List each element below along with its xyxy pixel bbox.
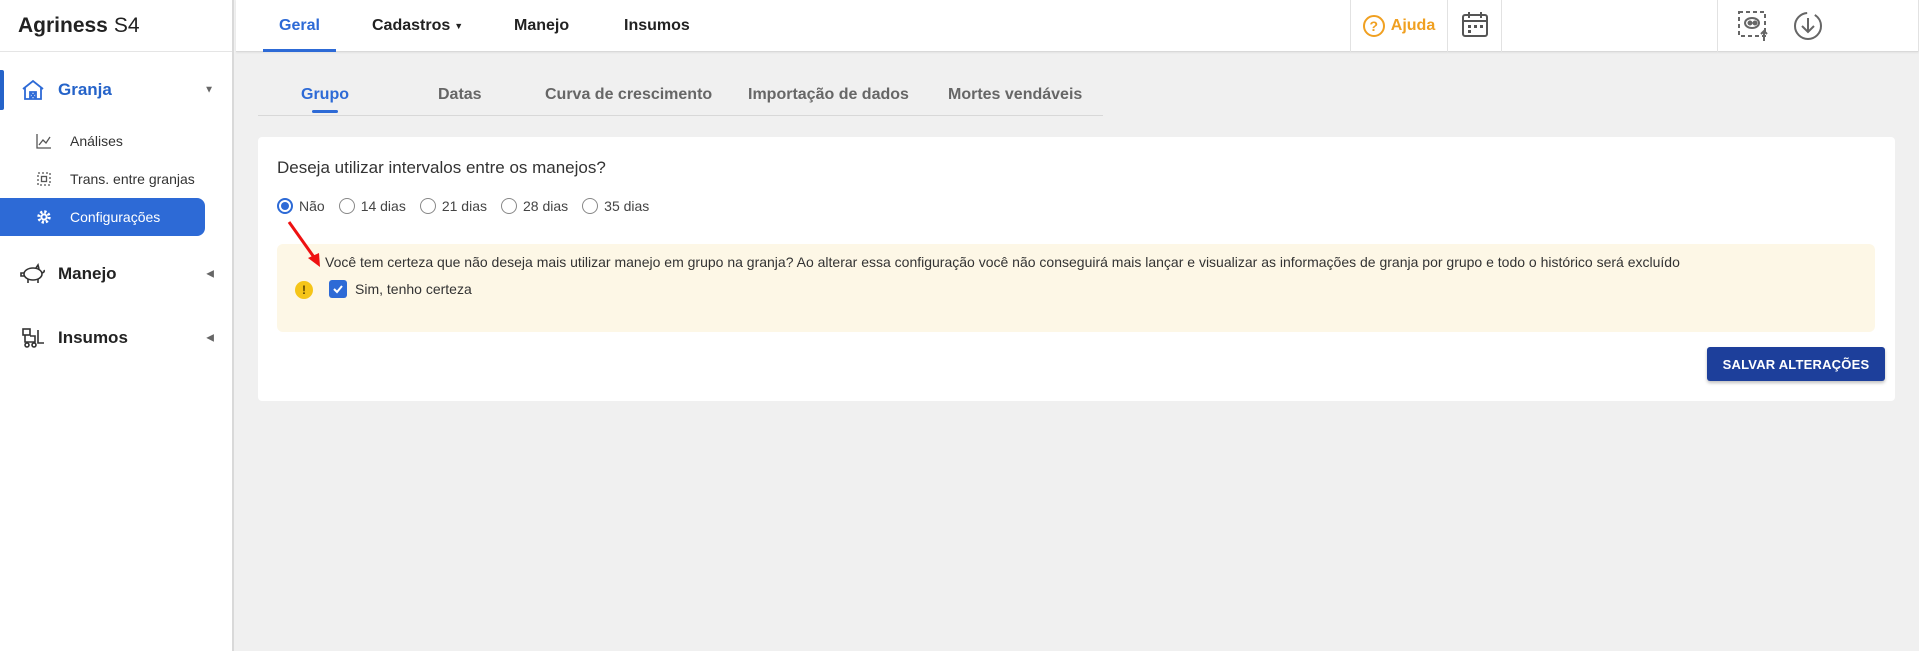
- subtab-label: Curva de crescimento: [545, 86, 713, 103]
- app-brand: Agriness S4: [0, 0, 232, 52]
- sidebar-item-analises[interactable]: Análises: [0, 122, 232, 160]
- radio-indicator: [419, 198, 436, 214]
- save-changes-button[interactable]: SALVAR ALTERAÇÕES: [1707, 347, 1885, 381]
- sidebar-item-label: Trans. entre granjas: [70, 171, 195, 187]
- radio-35-dias[interactable]: 35 dias: [582, 198, 649, 214]
- sidebar-item-configuracoes[interactable]: Configurações: [0, 198, 205, 236]
- subtab-label: Importação de dados: [748, 86, 909, 103]
- tab-manejo[interactable]: Manejo: [514, 0, 569, 52]
- chevron-down-icon: ▼: [204, 84, 214, 96]
- calendar-button[interactable]: [1448, 0, 1502, 52]
- caret-down-icon: ▼: [454, 21, 464, 31]
- sidebar-group-granja[interactable]: Granja ▼: [0, 58, 232, 122]
- sidebar-group-label: Manejo: [58, 264, 117, 283]
- topbar-actions: [1717, 0, 1919, 52]
- radio-21-dias[interactable]: 21 dias: [419, 198, 487, 214]
- radio-label: 21 dias: [441, 198, 487, 214]
- tab-label: Insumos: [624, 17, 690, 34]
- face-scan-upload-icon[interactable]: [1736, 9, 1770, 43]
- gear-icon: [36, 209, 52, 225]
- radio-indicator: [501, 198, 517, 214]
- warning-message: Você tem certeza que não deseja mais uti…: [325, 254, 1680, 270]
- calendar-icon: [1460, 9, 1490, 44]
- confirm-label: Sim, tenho certeza: [355, 281, 472, 297]
- sidebar-item-label: Análises: [70, 133, 123, 149]
- sidebar-group-manejo[interactable]: Manejo ◀: [0, 242, 232, 306]
- download-circle-icon[interactable]: [1792, 10, 1824, 42]
- subtab-curva-de-crescimento[interactable]: Curva de crescimento: [545, 86, 712, 104]
- interval-question: Deseja utilizar intervalos entre os mane…: [277, 158, 606, 177]
- chevron-left-icon: ◀: [206, 332, 214, 344]
- help-button[interactable]: ? Ajuda: [1350, 0, 1448, 52]
- warning-alert: Você tem certeza que não deseja mais uti…: [277, 244, 1875, 332]
- radio-14-dias[interactable]: 14 dias: [338, 198, 406, 214]
- sidebar-item-trans-entre-granjas[interactable]: Trans. entre granjas: [0, 160, 232, 198]
- checkmark-icon: [329, 280, 347, 298]
- pig-icon: [20, 261, 46, 287]
- settings-subtabs: Grupo Datas Curva de crescimento Importa…: [258, 78, 1103, 116]
- red-arrow-annotation: [287, 221, 320, 267]
- warning-icon: !: [295, 281, 313, 299]
- sidebar-group-label: Insumos: [58, 328, 128, 347]
- tab-label: Manejo: [514, 17, 570, 34]
- line-chart-icon: [36, 133, 52, 149]
- radio-indicator: [338, 198, 355, 214]
- top-navigation: Geral Cadastros ▼ Manejo Insumos ? Ajuda: [236, 0, 1919, 52]
- chevron-left-icon: ◀: [206, 268, 214, 280]
- tab-label: Cadastros: [372, 17, 451, 34]
- subtab-datas[interactable]: Datas: [438, 86, 482, 104]
- interval-radio-group: Não 14 dias 21 dias 28 dias 35 dias: [277, 198, 663, 214]
- forklift-icon: [20, 325, 46, 351]
- radio-label: 14 dias: [360, 198, 406, 214]
- radio-label: 28 dias: [523, 198, 569, 214]
- brand-suffix: S4: [113, 13, 140, 37]
- radio-28-dias[interactable]: 28 dias: [501, 198, 568, 214]
- subtab-importacao-de-dados[interactable]: Importação de dados: [748, 86, 909, 104]
- question-circle-icon: ?: [1362, 15, 1385, 37]
- radio-indicator: [277, 198, 293, 214]
- subtab-label: Mortes vendáveis: [948, 86, 1083, 103]
- help-label: Ajuda: [1390, 17, 1436, 34]
- tab-geral[interactable]: Geral: [263, 0, 336, 52]
- tab-insumos[interactable]: Insumos: [624, 0, 690, 52]
- sidebar-group-label: Granja: [58, 80, 112, 99]
- brand-name: Agriness: [18, 13, 108, 37]
- confirm-checkbox[interactable]: Sim, tenho certeza: [329, 280, 472, 298]
- transfer-icon: [36, 171, 52, 187]
- sidebar-item-label: Configurações: [70, 209, 161, 225]
- tab-label: Geral: [279, 17, 320, 34]
- sidebar: Agriness S4 Granja ▼ Análises Trans. ent…: [0, 0, 234, 651]
- subtab-grupo[interactable]: Grupo: [301, 86, 349, 104]
- tab-cadastros[interactable]: Cadastros ▼: [372, 0, 463, 52]
- radio-nao[interactable]: Não: [277, 198, 325, 214]
- group-settings-card: Deseja utilizar intervalos entre os mane…: [258, 137, 1895, 401]
- subtab-mortes-vendaveis[interactable]: Mortes vendáveis: [948, 86, 1082, 104]
- radio-label: 35 dias: [604, 198, 650, 214]
- subtab-label: Grupo: [301, 86, 349, 103]
- subtab-label: Datas: [438, 86, 482, 103]
- farm-house-icon: [20, 77, 46, 103]
- radio-indicator: [582, 198, 599, 214]
- radio-label: Não: [299, 198, 325, 214]
- sidebar-group-insumos[interactable]: Insumos ◀: [0, 306, 232, 370]
